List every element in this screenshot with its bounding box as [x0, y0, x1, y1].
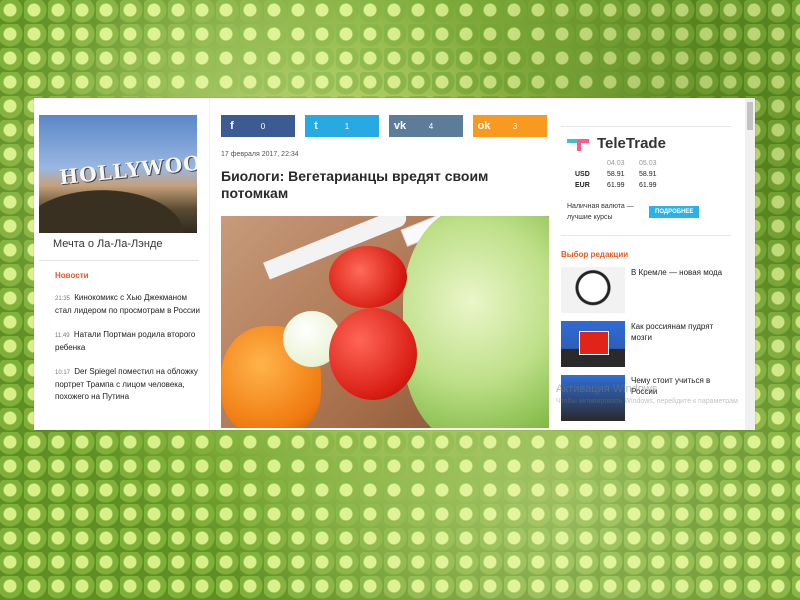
browser-page: HOLLYWOOD Мечта о Ла-Ла-Лэнде Новости 21…: [34, 98, 755, 430]
share-count: 1: [344, 121, 350, 131]
left-column: HOLLYWOOD Мечта о Ла-Ла-Лэнде Новости 21…: [39, 115, 201, 403]
news-text: Der Spiegel поместил на обложку портрет …: [55, 367, 198, 401]
share-bar: f 0 t 1 vk 4 ok 3: [221, 115, 549, 137]
column-divider: [209, 98, 210, 430]
article-column: f 0 t 1 vk 4 ok 3 17 февраля 2017, 22:34…: [221, 115, 549, 428]
rate-value: 58.91: [639, 171, 657, 178]
windows-activation-hint: Чтобы активировать Windows, перейдите к …: [556, 398, 738, 405]
rate-value: 61.99: [639, 182, 657, 189]
vk-icon: vk: [393, 120, 407, 132]
share-ok-button[interactable]: ok 3: [473, 115, 547, 137]
rate-date: 04.03: [607, 160, 625, 167]
rates-header: 04.03 05.03: [575, 158, 731, 169]
share-count: 4: [428, 121, 434, 131]
vegetables-photo: [221, 216, 549, 428]
rate-date: 05.03: [639, 160, 657, 167]
editor-item-title: Как россиянам пудрят мозги: [631, 322, 714, 342]
hill-shape: [39, 183, 197, 233]
share-count: 3: [512, 121, 518, 131]
article-date: 17 февраля 2017, 22:34: [221, 151, 299, 158]
share-facebook-button[interactable]: f 0: [221, 115, 295, 137]
lettuce: [403, 216, 549, 428]
brand-name: TeleTrade: [597, 135, 666, 152]
news-section-title[interactable]: Новости: [55, 271, 199, 280]
editor-thumbnail: [561, 321, 625, 367]
editor-choice-title[interactable]: Выбор редакции: [561, 250, 731, 259]
teletrade-logo[interactable]: TeleTrade: [567, 135, 731, 152]
share-count: 0: [260, 121, 266, 131]
cash-text: Наличная валюта — лучшие курсы: [567, 203, 634, 221]
currency-code: EUR: [575, 182, 590, 189]
editor-thumbnail: [561, 267, 625, 313]
news-item[interactable]: 10:17 Der Spiegel поместил на обложку по…: [55, 366, 201, 403]
editor-item[interactable]: Как россиянам пудрят мозги: [561, 321, 731, 367]
article-headline: Биологи: Вегетарианцы вредят своим потом…: [221, 168, 489, 201]
odnoklassniki-icon: ok: [477, 120, 491, 132]
news-time: 11:49: [55, 333, 70, 339]
rate-row: EUR 61.99 61.99: [575, 180, 731, 191]
right-sidebar: TeleTrade 04.03 05.03 USD 58.91 58.91 EU…: [561, 126, 731, 421]
news-time: 10:17: [55, 370, 71, 376]
editor-item[interactable]: В Кремле — новая мода: [561, 267, 731, 313]
news-text: Кинокомикс с Хью Джекманом стал лидером …: [55, 293, 200, 315]
editor-item-title: В Кремле — новая мода: [631, 268, 723, 277]
news-text: Натали Портман родила второго ребенка: [55, 330, 196, 352]
hero-caption-link[interactable]: Мечта о Ла-Ла-Лэнде: [39, 233, 199, 250]
currency-rates-table: 04.03 05.03 USD 58.91 58.91 EUR 61.99 61…: [575, 158, 731, 191]
divider: [561, 126, 731, 127]
share-vk-button[interactable]: vk 4: [389, 115, 463, 137]
rate-value: 61.99: [607, 182, 625, 189]
vertical-scrollbar[interactable]: [745, 98, 755, 430]
windows-activation-watermark: Активация Windows: [556, 383, 658, 395]
more-button[interactable]: ПОДРОБНЕЕ: [649, 206, 700, 218]
facebook-icon: f: [230, 120, 234, 132]
share-twitter-button[interactable]: t 1: [305, 115, 379, 137]
scrollbar-thumb[interactable]: [747, 102, 753, 130]
rate-value: 58.91: [607, 171, 625, 178]
divider: [39, 260, 199, 261]
teletrade-icon: [567, 137, 591, 151]
twitter-icon: t: [314, 120, 318, 132]
tomato: [329, 308, 417, 400]
divider: [561, 235, 731, 236]
cash-promo: Наличная валюта — лучшие курсы ПОДРОБНЕЕ: [567, 201, 731, 223]
currency-code: USD: [575, 171, 590, 178]
hollywood-image[interactable]: HOLLYWOOD: [39, 115, 197, 233]
tomato-half: [329, 246, 407, 308]
news-time: 21:35: [55, 296, 71, 302]
news-item[interactable]: 21:35 Кинокомикс с Хью Джекманом стал ли…: [55, 292, 201, 317]
rate-row: USD 58.91 58.91: [575, 169, 731, 180]
news-item[interactable]: 11:49 Натали Портман родила второго ребе…: [55, 329, 201, 354]
